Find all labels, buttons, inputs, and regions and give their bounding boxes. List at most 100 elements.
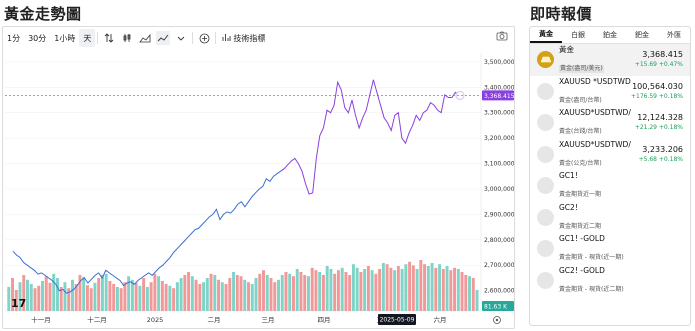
volume-bar xyxy=(325,266,329,311)
volume-bar xyxy=(48,282,52,311)
quote-row[interactable]: GC1! -GOLD 黃金期貨 - 現貨(近一期) xyxy=(530,233,690,265)
symbol-placeholder-icon xyxy=(537,208,554,226)
interval-30m[interactable]: 30分 xyxy=(24,29,50,47)
volume-bar xyxy=(381,263,385,311)
volume-badge-label: 81.63 K xyxy=(484,304,508,311)
quote-text: XAUUSD*USDTWD/3 黃金(公克/台幣) xyxy=(559,140,631,169)
quote-row[interactable]: XAUUSD*USDTWD/3 黃金(公克/台幣) 3,233.206 +5.68 +… xyxy=(530,139,690,171)
quote-symbol: XAUUSD*USDTWD/3 xyxy=(559,139,631,149)
quote-symbol: GC2! -GOLD xyxy=(559,265,605,275)
volume-bar xyxy=(247,282,250,311)
volume-bar xyxy=(273,282,277,311)
volume-bar xyxy=(321,275,325,311)
volume-bar xyxy=(70,279,74,311)
volume-bar xyxy=(187,272,191,311)
quote-symbol: GC2! xyxy=(559,202,578,212)
area-chart-icon[interactable] xyxy=(138,31,152,45)
y-tick-label: 3,300,000 xyxy=(484,110,514,117)
quote-change: +176.59 +0.18% xyxy=(630,92,683,100)
tab-platinum[interactable]: 鉑金 xyxy=(594,27,626,43)
y-tick-label: 3,100,000 xyxy=(484,161,514,168)
volume-bar xyxy=(194,279,198,311)
volume-bar xyxy=(127,276,131,311)
indicators-button[interactable]: 技術指標 xyxy=(218,29,269,47)
volume-bar xyxy=(175,282,179,311)
tab-forex[interactable]: 外匯 xyxy=(658,27,690,43)
symbol-placeholder-icon xyxy=(537,145,554,163)
quote-row[interactable]: 黃金 黃金(盎司/美元) 3,368.415 +15.69 +0.47% xyxy=(530,44,690,76)
quote-row[interactable]: XAUUSD *USDTWD 黃金(盎司/台幣) 100,564.030 +176.5… xyxy=(530,76,690,108)
volume-bar xyxy=(52,273,56,311)
quote-change: +15.69 +0.47% xyxy=(634,61,683,68)
candlestick-icon[interactable] xyxy=(120,31,134,45)
gold-bar-icon xyxy=(537,51,554,69)
volume-bar xyxy=(85,285,89,311)
chart-toolbar: 1分 30分 1小時 天 技術指標 xyxy=(3,27,514,49)
volume-bar xyxy=(123,282,127,311)
volume-bar xyxy=(239,276,243,311)
quote-symbol: GC1! xyxy=(559,171,578,181)
volume-bar xyxy=(145,287,149,311)
price-chart[interactable]: 2,600,000 2,700,000 2,800,000 2,900,000 3,00… xyxy=(3,49,514,329)
y-tick-label: 2,600,000 xyxy=(484,288,514,295)
tab-silver[interactable]: 白銀 xyxy=(562,27,594,43)
quote-row[interactable]: GC2! -GOLD 黃金期貨 - 現貨(近二期) xyxy=(530,265,690,297)
interval-1m[interactable]: 1分 xyxy=(3,29,24,47)
volume-bar xyxy=(119,288,123,311)
add-compare-icon[interactable] xyxy=(197,31,211,45)
volume-bar xyxy=(374,273,378,311)
quote-row[interactable]: GC1! 黃金期貨近一期 xyxy=(530,170,690,202)
volume-bar xyxy=(232,272,236,311)
volume-bar xyxy=(310,267,314,311)
volume-bar xyxy=(400,269,404,311)
y-tick-label: 2,800,000 xyxy=(484,237,514,244)
volume-bar xyxy=(359,272,363,311)
volume-bar xyxy=(26,279,29,311)
volume-bar xyxy=(404,264,408,311)
volume-bar xyxy=(250,284,254,311)
quotes-section-title: 即時報價 xyxy=(530,5,593,23)
chart-panel: 1分 30分 1小時 天 技術指標 2,600,000 2,700,000 2,… xyxy=(2,26,515,329)
volume-bar xyxy=(366,266,370,311)
sort-arrows-icon[interactable] xyxy=(102,31,116,45)
volume-bar xyxy=(329,269,333,311)
interval-1d[interactable]: 天 xyxy=(79,29,96,47)
volume-bar xyxy=(37,285,41,311)
volume-bar xyxy=(213,275,217,311)
quote-description: 黃金期貨近二期 xyxy=(559,222,602,230)
camera-icon[interactable] xyxy=(496,31,508,41)
quote-row[interactable]: GC2! 黃金期貨近二期 xyxy=(530,202,690,234)
volume-bar xyxy=(179,278,183,311)
volume-bar xyxy=(164,284,168,311)
volume-bar xyxy=(336,270,340,311)
volume-bar xyxy=(138,285,142,311)
interval-1h[interactable]: 1小時 xyxy=(50,29,79,47)
chevron-down-icon[interactable] xyxy=(174,31,188,45)
quote-values: 3,233.206 +5.68 +0.18% xyxy=(639,144,683,164)
volume-bar xyxy=(93,282,97,311)
quote-text: 黃金 黃金(盎司/美元) xyxy=(559,45,631,74)
tab-gold[interactable]: 黃金 xyxy=(530,27,562,43)
quotes-panel: 黃金 白銀 鉑金 鈀金 外匯 黃金 黃金(盎司/美元) 3,368.415 +15.6… xyxy=(529,26,691,326)
quote-price: 100,564.030 xyxy=(632,81,683,91)
tab-palladium[interactable]: 鈀金 xyxy=(626,27,658,43)
volume-bar xyxy=(172,288,176,311)
volume-bar xyxy=(41,281,44,311)
line-chart-icon[interactable] xyxy=(156,31,171,45)
quote-text: XAUUSD*USDTWD/黃金(台錢/台幣) xyxy=(559,108,631,137)
volume-bar xyxy=(235,275,239,311)
x-tick-label: 二月 xyxy=(208,316,221,324)
volume-bar xyxy=(142,278,146,311)
quote-description: 黃金期貨 - 現貨(近一期) xyxy=(559,254,624,262)
quote-row[interactable]: XAUUSD*USDTWD/黃金(台錢/台幣) 12,124.328 +21.29 … xyxy=(530,107,690,139)
volume-bar xyxy=(468,276,472,311)
volume-bar xyxy=(363,269,367,311)
quote-description: 黃金(盎司/台幣) xyxy=(559,96,602,104)
volume-bar xyxy=(29,284,33,311)
toolbar-divider xyxy=(215,32,217,44)
toolbar-divider xyxy=(192,32,194,44)
volume-bar xyxy=(415,269,419,311)
quote-description: 黃金期貨 - 現貨(近二期) xyxy=(559,285,624,293)
quote-symbol: XAUUSD *USDTWD xyxy=(559,76,631,86)
volume-bar xyxy=(149,282,153,311)
